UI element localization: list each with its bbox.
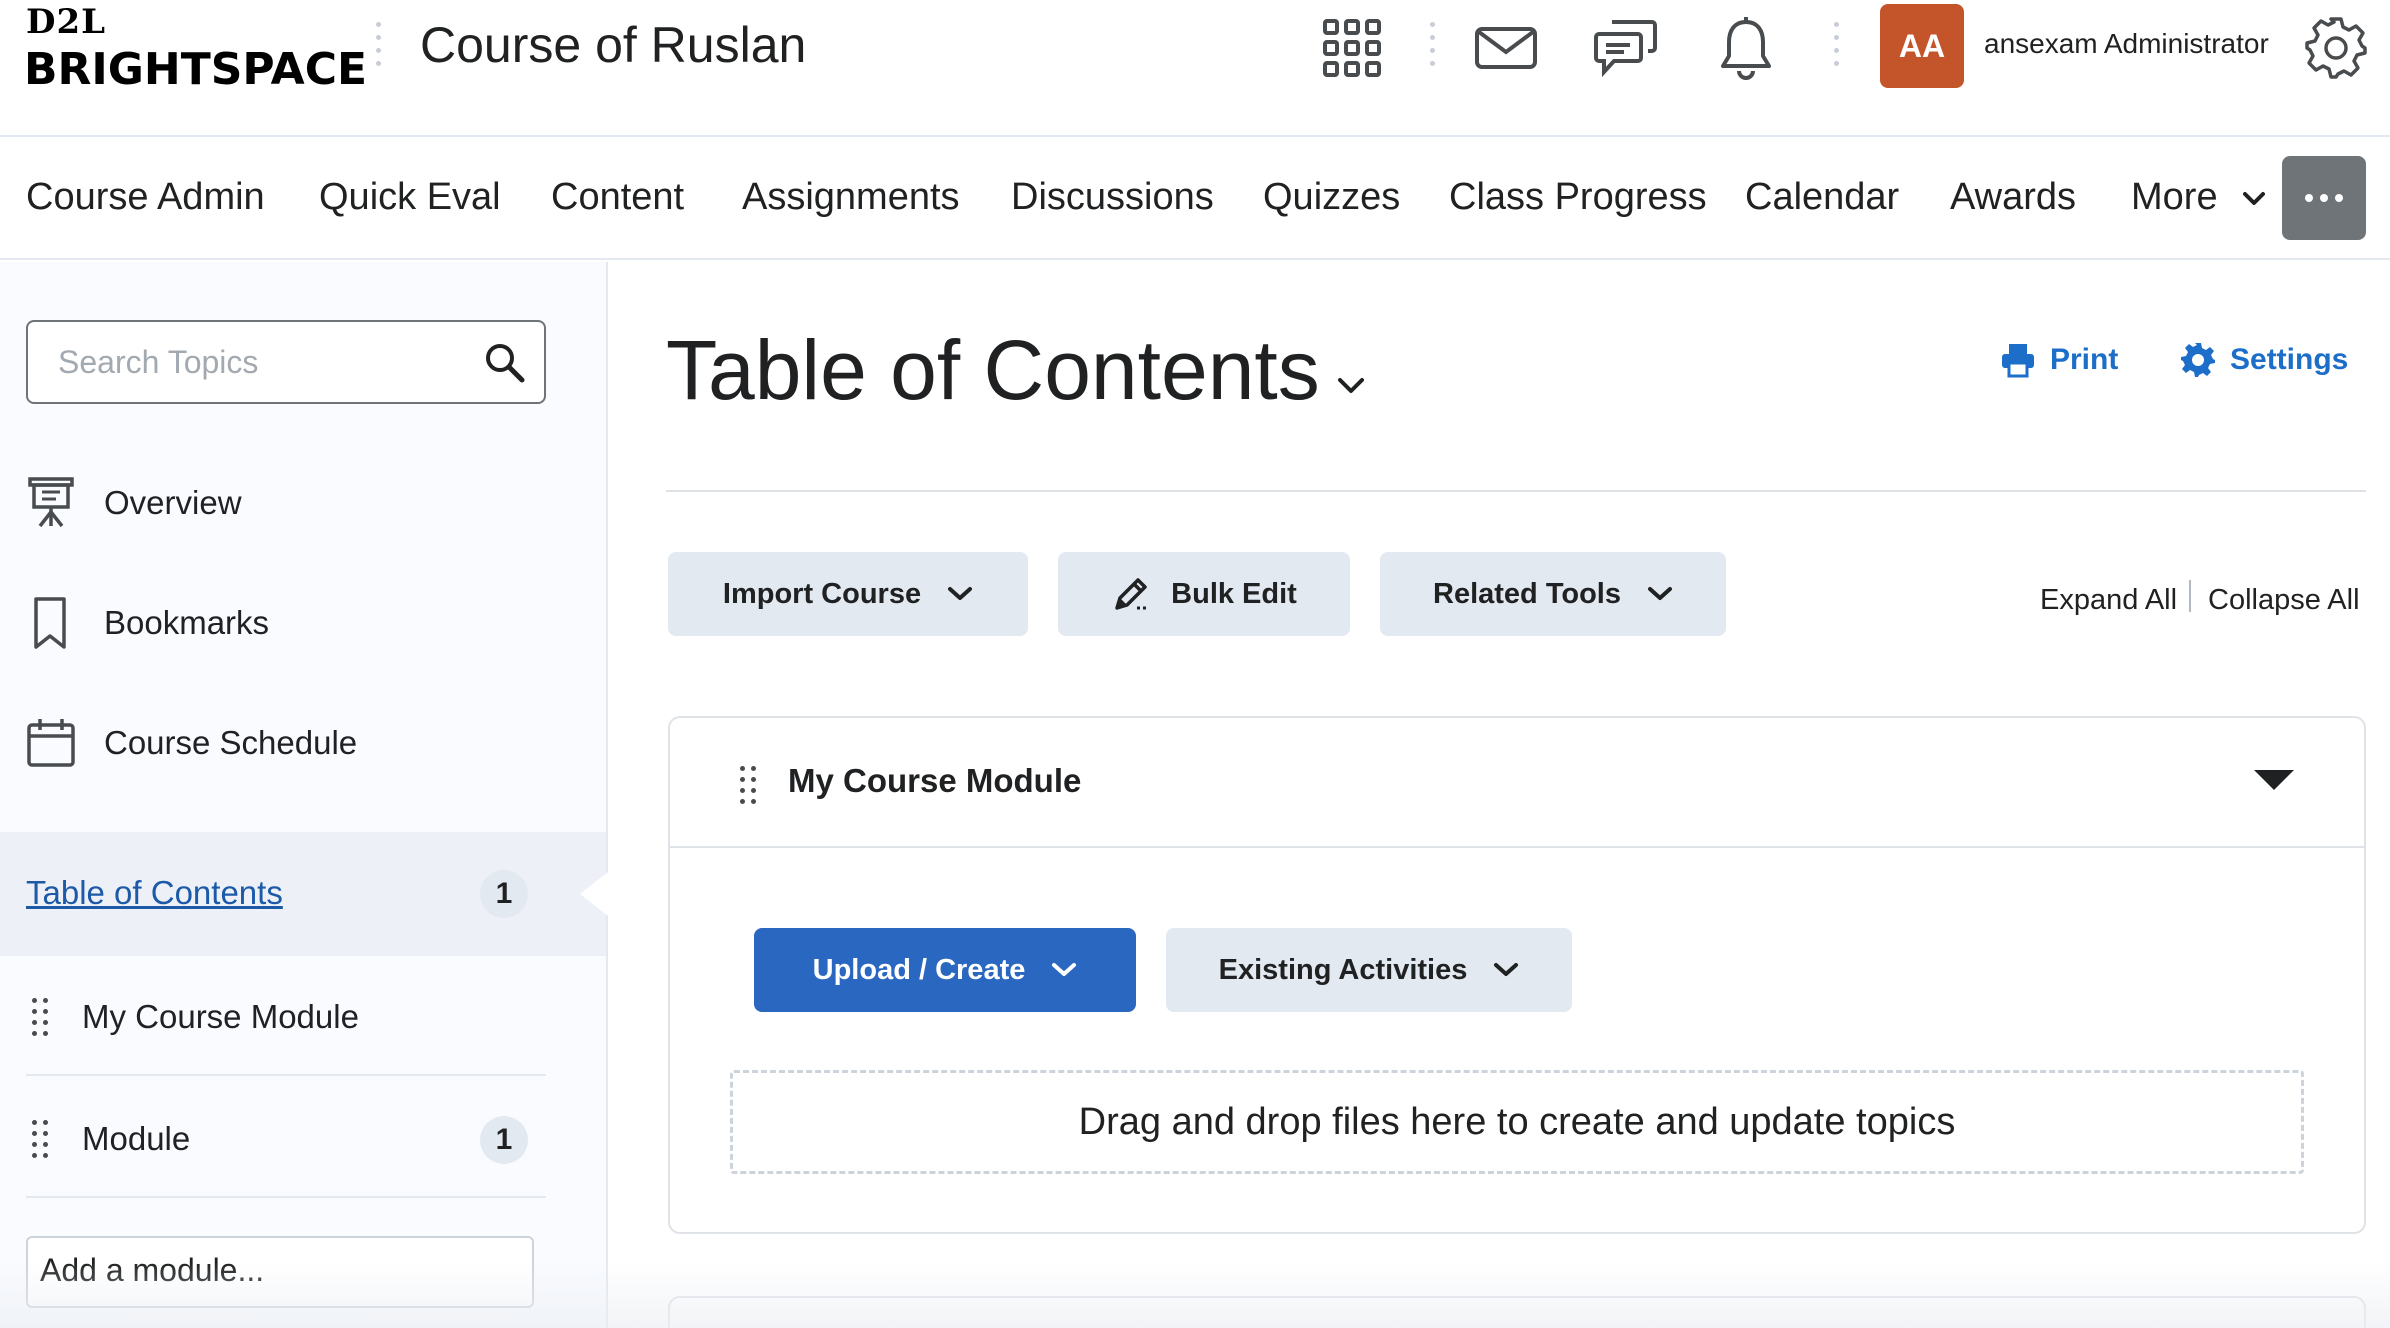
next-module-card	[668, 1296, 2366, 1328]
expand-all-link[interactable]: Expand All	[2040, 584, 2177, 617]
chevron-down-icon[interactable]	[1336, 376, 1366, 396]
chevron-down-icon	[1052, 963, 1077, 976]
settings-button[interactable]: Settings	[2180, 342, 2348, 378]
nav-quizzes[interactable]: Quizzes	[1263, 176, 1400, 219]
add-module-input[interactable]: Add a module...	[26, 1236, 534, 1308]
existing-activities-button[interactable]: Existing Activities	[1166, 928, 1572, 1012]
mail-icon[interactable]	[1470, 12, 1542, 84]
header-divider	[376, 22, 382, 74]
search-input[interactable]	[58, 340, 478, 384]
nav-more-label: More	[2131, 176, 2218, 218]
nav-calendar[interactable]: Calendar	[1745, 176, 1899, 219]
chevron-down-icon	[2243, 191, 2266, 205]
count-badge: 1	[480, 870, 528, 918]
related-tools-label: Related Tools	[1433, 577, 1621, 610]
more-options-button[interactable]	[2282, 156, 2366, 240]
bulk-edit-label: Bulk Edit	[1171, 577, 1297, 610]
toc-sidebar: Overview Bookmarks Course Schedule Table…	[0, 262, 608, 1328]
sidebar-module-my-course-module[interactable]: My Course Module	[26, 956, 546, 1076]
sidebar-item-table-of-contents[interactable]: Table of Contents 1	[0, 832, 608, 956]
upload-create-label: Upload / Create	[812, 953, 1026, 986]
sidebar-module-module[interactable]: Module 1	[26, 1078, 546, 1198]
bulk-edit-button[interactable]: Bulk Edit	[1058, 552, 1350, 636]
page-title: Table of Contents	[666, 323, 1320, 417]
nav-awards[interactable]: Awards	[1950, 176, 2076, 219]
count-badge: 1	[480, 1116, 528, 1164]
module-card: My Course Module Upload / Create Existin…	[668, 716, 2366, 1234]
bell-icon[interactable]	[1710, 12, 1782, 84]
chevron-down-icon	[948, 587, 973, 600]
gear-icon	[2181, 343, 2215, 377]
chevron-down-icon	[1494, 963, 1519, 976]
sidebar-item-course-schedule[interactable]: Course Schedule	[0, 698, 606, 788]
nav-class-progress[interactable]: Class Progress	[1449, 176, 1707, 219]
module-label: My Course Module	[82, 998, 359, 1035]
nav-assignments[interactable]: Assignments	[742, 176, 960, 219]
module-label: Module	[82, 1120, 191, 1157]
module-header[interactable]: My Course Module	[670, 718, 2364, 848]
bookmark-icon	[34, 597, 66, 649]
toc-link[interactable]: Table of Contents	[26, 874, 283, 912]
nav-more[interactable]: More	[2131, 176, 2266, 219]
sidebar-item-label: Bookmarks	[104, 604, 270, 641]
avatar[interactable]: AA	[1880, 4, 1964, 88]
upload-create-button[interactable]: Upload / Create	[754, 928, 1136, 1012]
logo-brightspace-text: BRIGHTSPACE	[24, 44, 368, 95]
search-icon[interactable]	[484, 342, 526, 384]
top-header: D2L BRIGHTSPACE Course of Ruslan AA anse…	[0, 0, 2390, 137]
course-navbar: Course Admin Quick Eval Content Assignme…	[0, 138, 2390, 260]
sidebar-item-bookmarks[interactable]: Bookmarks	[0, 578, 606, 668]
existing-activities-label: Existing Activities	[1218, 953, 1468, 986]
title-divider	[666, 490, 2366, 492]
link-separator	[2189, 580, 2191, 612]
sidebar-item-label: Course Schedule	[104, 724, 358, 761]
printer-icon	[2002, 344, 2034, 378]
nav-course-admin[interactable]: Course Admin	[26, 176, 265, 219]
logo-d2l-text: D2L	[26, 2, 107, 42]
presentation-icon	[28, 477, 74, 528]
caret-down-icon[interactable]	[2254, 770, 2294, 790]
gear-icon[interactable]	[2300, 12, 2372, 84]
chevron-down-icon	[1648, 587, 1672, 600]
nav-discussions[interactable]: Discussions	[1011, 176, 1214, 219]
calendar-icon	[27, 719, 75, 767]
search-topics-box	[26, 320, 546, 404]
print-label: Print	[2050, 343, 2119, 376]
waffle-icon[interactable]	[1316, 12, 1388, 84]
nav-content[interactable]: Content	[551, 176, 684, 219]
settings-label: Settings	[2230, 343, 2349, 376]
related-tools-button[interactable]: Related Tools	[1380, 552, 1726, 636]
course-title[interactable]: Course of Ruslan	[420, 16, 806, 74]
header-divider	[1834, 22, 1840, 74]
chat-icon[interactable]	[1590, 12, 1662, 84]
header-divider	[1430, 22, 1436, 74]
drag-handle-icon[interactable]	[32, 998, 48, 1036]
nav-quick-eval[interactable]: Quick Eval	[319, 176, 501, 219]
sidebar-item-label: Overview	[104, 484, 242, 521]
selected-indicator	[580, 872, 608, 916]
drag-handle-icon[interactable]	[740, 766, 756, 804]
sidebar-item-overview[interactable]: Overview	[0, 458, 606, 548]
collapse-all-link[interactable]: Collapse All	[2208, 584, 2360, 617]
module-title: My Course Module	[788, 762, 1082, 799]
print-button[interactable]: Print	[2000, 342, 2118, 378]
file-dropzone[interactable]: Drag and drop files here to create and u…	[730, 1070, 2304, 1174]
import-course-button[interactable]: Import Course	[668, 552, 1028, 636]
import-course-label: Import Course	[722, 577, 922, 610]
pencil-icon	[1115, 578, 1148, 610]
brightspace-logo[interactable]: D2L BRIGHTSPACE	[24, 2, 367, 95]
username[interactable]: ansexam Administrator	[1984, 28, 2269, 60]
drag-handle-icon[interactable]	[32, 1120, 48, 1158]
